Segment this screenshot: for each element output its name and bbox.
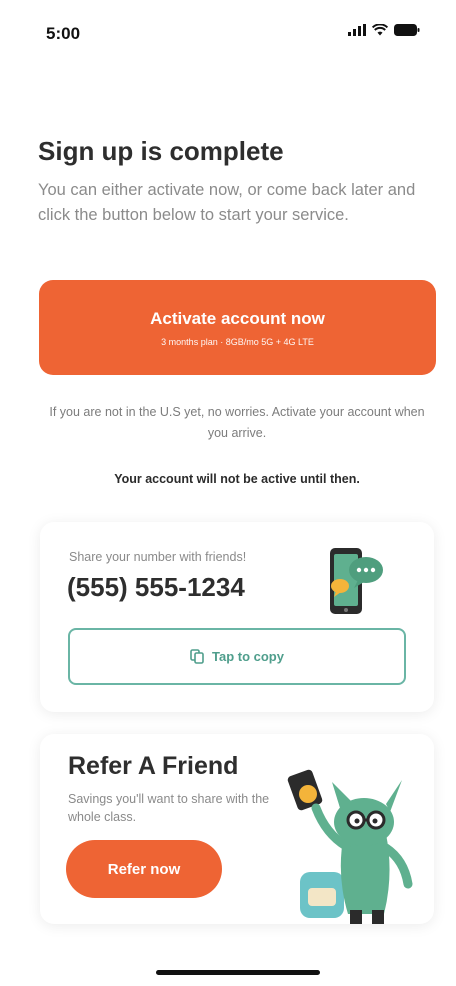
activate-plan-details: 3 months plan · 8GB/mo 5G + 4G LTE (161, 336, 314, 347)
activation-warning-text: Your account will not be active until th… (114, 472, 360, 486)
share-number-card: Share your number with friends! (555) 55… (40, 522, 434, 712)
refer-subtitle: Savings you'll want to share with the wh… (68, 792, 270, 824)
phone-chat-illustration (330, 548, 383, 614)
battery-icon (394, 24, 420, 36)
us-notice-text: If you are not in the U.S yet, no worrie… (49, 405, 425, 440)
copy-icon (190, 649, 204, 664)
refer-now-button[interactable]: Refer now (66, 840, 222, 898)
phone-number: (555) 555-1234 (67, 572, 245, 602)
status-time: 5:00 (46, 24, 81, 43)
copy-button-label: Tap to copy (212, 649, 284, 664)
page-title: Sign up is complete (38, 136, 284, 166)
tap-to-copy-button[interactable]: Tap to copy (68, 628, 406, 685)
share-label: Share your number with friends! (69, 550, 247, 564)
refer-button-label: Refer now (107, 860, 181, 878)
status-icons (348, 24, 420, 36)
refer-friend-card: Refer A Friend Savings you'll want to sh… (40, 734, 434, 924)
status-bar: 5:00 (0, 0, 456, 64)
activate-account-button[interactable]: Activate account now 3 months plan · 8GB… (39, 280, 436, 375)
refer-title: Refer A Friend (68, 752, 239, 780)
signal-icon (348, 24, 366, 36)
page-subtitle: You can either activate now, or come bac… (38, 181, 416, 224)
wifi-icon (372, 24, 388, 36)
mascot-illustration (287, 769, 413, 924)
activate-button-label: Activate account now (150, 308, 325, 328)
home-indicator[interactable] (156, 970, 320, 975)
